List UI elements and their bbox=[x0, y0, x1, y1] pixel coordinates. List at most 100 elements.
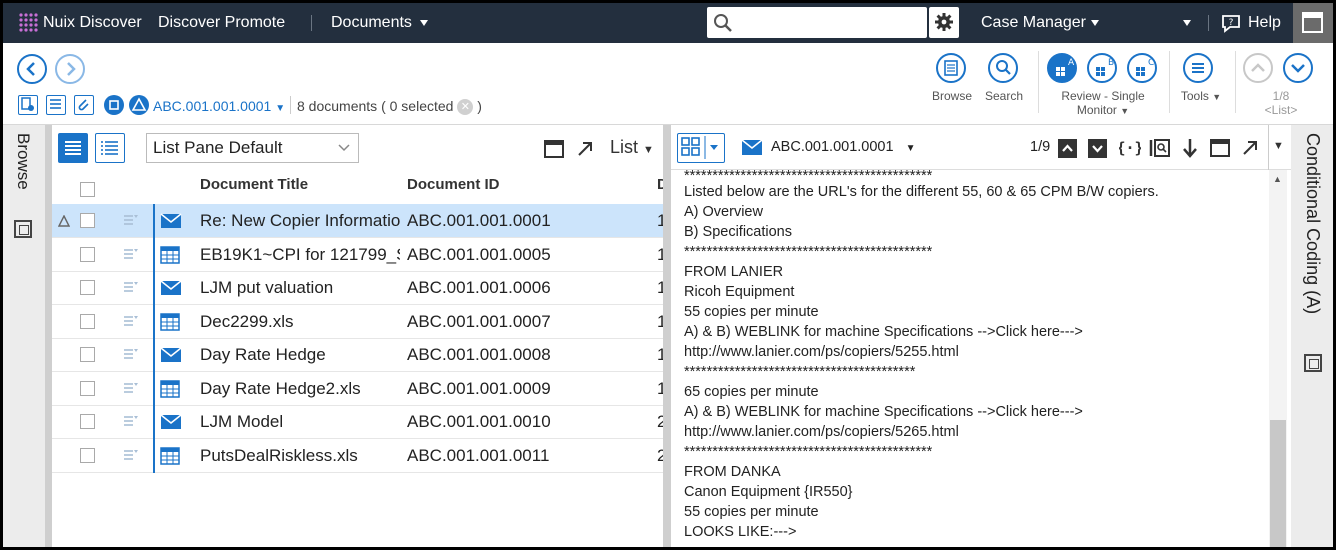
scroll-up-icon[interactable]: ▲ bbox=[1273, 174, 1282, 184]
row-checkbox[interactable] bbox=[80, 414, 95, 429]
row-menu-icon[interactable] bbox=[124, 348, 138, 360]
forward-button[interactable] bbox=[55, 54, 85, 84]
document-menu[interactable]: ABC.001.001.0001 ▼ bbox=[771, 139, 915, 155]
row-checkbox[interactable] bbox=[80, 447, 95, 463]
next-hit-button[interactable] bbox=[1088, 139, 1107, 158]
document-scrollbar[interactable]: ▲ bbox=[1269, 170, 1287, 547]
row-checkbox[interactable] bbox=[80, 246, 95, 262]
search-box[interactable] bbox=[707, 7, 927, 38]
help-icon[interactable]: ? bbox=[1221, 13, 1241, 33]
email-icon bbox=[160, 347, 182, 368]
table-row[interactable]: Dec2299.xlsABC.001.001.00071 bbox=[52, 304, 663, 339]
scrollbar-thumb[interactable] bbox=[1270, 420, 1286, 547]
row-menu-icon[interactable] bbox=[124, 382, 138, 394]
pop-out-icon[interactable] bbox=[575, 139, 595, 159]
row-menu-icon[interactable] bbox=[124, 415, 138, 427]
case-name-link[interactable]: Discover Promote bbox=[158, 3, 285, 43]
pane-expand-icon[interactable] bbox=[1304, 354, 1322, 372]
document-pane: ABC.001.001.0001 ▼ 1/9 {·} ▼ ***********… bbox=[671, 125, 1291, 547]
conditional-coding-pane-toggle[interactable]: Conditional Coding (A) bbox=[1302, 133, 1323, 314]
triangle-icon bbox=[131, 97, 147, 111]
compact-view-button[interactable] bbox=[95, 133, 125, 163]
table-row[interactable]: Day Rate Hedge2.xlsABC.001.001.00091 bbox=[52, 371, 663, 406]
family-button[interactable] bbox=[104, 95, 124, 115]
previous-hit-button[interactable] bbox=[1058, 139, 1077, 158]
document-title[interactable]: LJM put valuation bbox=[200, 271, 400, 305]
review-layout-label: Review - Single bbox=[1061, 89, 1145, 103]
row-menu-icon[interactable] bbox=[124, 214, 138, 226]
list-view-button[interactable] bbox=[46, 95, 66, 115]
pane-maximize-icon[interactable] bbox=[1210, 139, 1230, 157]
browse-pane-toggle[interactable]: Browse bbox=[13, 133, 33, 190]
download-icon[interactable] bbox=[1180, 137, 1200, 159]
row-checkbox[interactable] bbox=[80, 280, 95, 295]
document-title[interactable]: PutsDealRiskless.xls bbox=[200, 439, 400, 473]
maximize-button[interactable] bbox=[1293, 3, 1333, 43]
pane-maximize-icon[interactable] bbox=[544, 140, 564, 158]
document-title[interactable]: Dec2299.xls bbox=[200, 305, 400, 339]
row-checkbox[interactable] bbox=[80, 313, 95, 329]
help-link[interactable]: Help bbox=[1248, 3, 1281, 43]
document-title[interactable]: LJM Model bbox=[200, 405, 400, 439]
spreadsheet-icon bbox=[160, 379, 180, 403]
case-manager-menu[interactable]: Case Manager bbox=[981, 3, 1099, 43]
table-row[interactable]: LJM ModelABC.001.001.00102 bbox=[52, 405, 663, 439]
back-button[interactable] bbox=[17, 54, 47, 84]
attachment-button[interactable] bbox=[74, 95, 94, 115]
search-options-button[interactable] bbox=[929, 7, 959, 38]
select-all-checkbox[interactable] bbox=[80, 182, 95, 197]
review-b-button[interactable]: B bbox=[1087, 53, 1117, 83]
new-document-button[interactable] bbox=[18, 95, 38, 115]
table-row[interactable]: Day Rate HedgeABC.001.001.00081 bbox=[52, 338, 663, 372]
search-label: Search bbox=[984, 89, 1024, 103]
browse-button[interactable] bbox=[936, 53, 966, 83]
chevron-right-icon bbox=[67, 62, 76, 76]
table-row[interactable]: EB19K1~CPI for 121799_SP ABC.001.001.0005… bbox=[52, 237, 663, 272]
viewer-options-chevron-icon[interactable]: ▼ bbox=[1273, 140, 1284, 152]
list-menu[interactable]: List ▼ bbox=[610, 137, 654, 158]
pane-splitter[interactable] bbox=[45, 125, 52, 547]
table-row[interactable]: PutsDealRiskless.xlsABC.001.001.00112 bbox=[52, 438, 663, 473]
review-layout-label-2: Monitor bbox=[1076, 103, 1117, 117]
clear-selection-icon[interactable]: ✕ bbox=[457, 99, 474, 116]
chevron-up-icon bbox=[1251, 63, 1265, 72]
document-title[interactable]: Day Rate Hedge bbox=[200, 338, 400, 372]
tools-button[interactable] bbox=[1183, 53, 1213, 83]
thread-button[interactable] bbox=[129, 95, 149, 115]
current-document-menu[interactable]: ABC.001.001.0001 ▼ bbox=[153, 98, 285, 114]
column-header-id[interactable]: Document ID bbox=[407, 169, 500, 201]
previous-document-button[interactable] bbox=[1243, 53, 1273, 83]
document-title[interactable]: Re: New Copier Information bbox=[200, 204, 400, 238]
layout-menu-button[interactable] bbox=[677, 133, 725, 163]
table-row[interactable]: Re: New Copier Information ABC.001.001.00… bbox=[52, 204, 663, 238]
row-menu-icon[interactable] bbox=[124, 248, 138, 260]
document-text-line: ****************************************… bbox=[684, 170, 933, 184]
pane-splitter[interactable] bbox=[663, 125, 671, 547]
chevron-down-icon: ▼ bbox=[643, 144, 654, 156]
row-menu-icon[interactable] bbox=[124, 449, 138, 461]
review-c-button[interactable]: C bbox=[1127, 53, 1157, 83]
view-select[interactable]: List Pane Default bbox=[146, 133, 359, 163]
tools-menu[interactable]: Tools ▼ bbox=[1171, 89, 1231, 103]
pop-out-icon[interactable] bbox=[1240, 138, 1260, 158]
row-checkbox[interactable] bbox=[80, 213, 95, 228]
find-in-document-icon[interactable] bbox=[1149, 137, 1171, 159]
column-header-title[interactable]: Document Title bbox=[200, 169, 308, 201]
next-document-button[interactable] bbox=[1283, 53, 1313, 83]
search-input[interactable] bbox=[737, 11, 922, 33]
review-a-button[interactable]: A bbox=[1047, 53, 1077, 83]
row-menu-icon[interactable] bbox=[124, 281, 138, 293]
module-menu[interactable]: Documents bbox=[331, 3, 428, 43]
detail-view-button[interactable] bbox=[58, 133, 88, 163]
pane-expand-icon[interactable] bbox=[14, 220, 32, 238]
row-checkbox[interactable] bbox=[80, 347, 95, 362]
user-menu[interactable] bbox=[1183, 3, 1191, 43]
row-checkbox[interactable] bbox=[80, 380, 95, 396]
document-title[interactable]: EB19K1~CPI for 121799_SP bbox=[200, 238, 400, 272]
table-row[interactable]: LJM put valuationABC.001.001.00061 bbox=[52, 271, 663, 305]
document-title[interactable]: Day Rate Hedge2.xls bbox=[200, 372, 400, 406]
review-layout-menu[interactable]: Monitor ▼ bbox=[1043, 103, 1163, 117]
row-menu-icon[interactable] bbox=[124, 315, 138, 327]
code-braces-icon[interactable]: {·} bbox=[1119, 138, 1141, 158]
search-button[interactable] bbox=[988, 53, 1018, 83]
